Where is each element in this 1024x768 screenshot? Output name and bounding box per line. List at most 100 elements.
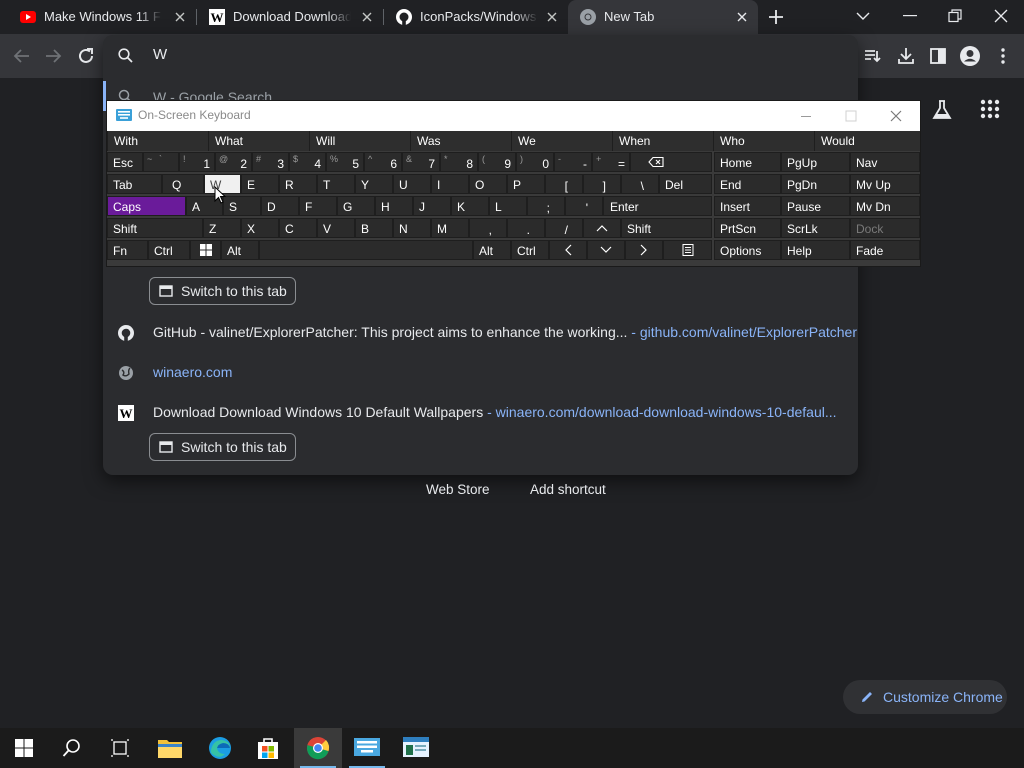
- key-c[interactable]: C: [279, 218, 317, 238]
- prediction-item[interactable]: Would: [814, 131, 920, 151]
- key-right[interactable]: [625, 240, 663, 260]
- key-end[interactable]: End: [714, 174, 781, 194]
- tab-github[interactable]: IconPacks/Windows 10: [384, 0, 568, 34]
- prediction-item[interactable]: Will: [309, 131, 410, 151]
- close-tab-icon[interactable]: [736, 11, 748, 23]
- new-tab-icon[interactable]: [768, 9, 784, 25]
- key-u[interactable]: U: [393, 174, 431, 194]
- key-r[interactable]: R: [279, 174, 317, 194]
- close-window-icon[interactable]: [994, 9, 1008, 23]
- key-p[interactable]: P: [507, 174, 545, 194]
- key-x[interactable]: X: [241, 218, 279, 238]
- edge-button[interactable]: [196, 728, 244, 768]
- key-s[interactable]: S: [223, 196, 261, 216]
- key-t[interactable]: T: [317, 174, 355, 194]
- tab-search-icon[interactable]: [856, 11, 870, 21]
- chrome-taskbar-button[interactable]: [294, 728, 342, 768]
- key-space[interactable]: [259, 240, 473, 260]
- key-5[interactable]: % 5: [326, 152, 364, 172]
- key-mv-up[interactable]: Mv Up: [850, 174, 920, 194]
- forward-icon[interactable]: [41, 44, 65, 68]
- side-panel-icon[interactable]: [926, 44, 950, 68]
- tab-new-tab[interactable]: New Tab: [568, 0, 758, 34]
- key-close-bracket[interactable]: ]: [583, 174, 621, 194]
- web-store-shortcut[interactable]: Web Store: [426, 482, 490, 497]
- omnibox-input-row[interactable]: W: [103, 35, 858, 77]
- key-ctrl-left[interactable]: Ctrl: [148, 240, 190, 260]
- omnibox-input[interactable]: W: [153, 46, 167, 63]
- key-q[interactable]: Q: [162, 174, 204, 194]
- key-pgdn[interactable]: PgDn: [781, 174, 850, 194]
- key-f[interactable]: F: [299, 196, 337, 216]
- key-equals[interactable]: + =: [592, 152, 630, 172]
- key-4[interactable]: $4: [289, 152, 326, 172]
- key-period[interactable]: .: [507, 218, 545, 238]
- minimize-icon[interactable]: [903, 15, 917, 17]
- suggestion-github[interactable]: GitHub - valinet/ExplorerPatcher: This p…: [103, 313, 858, 353]
- key-3[interactable]: #3: [252, 152, 289, 172]
- key-left[interactable]: [549, 240, 587, 260]
- key-fade[interactable]: Fade: [850, 240, 920, 260]
- key-tab[interactable]: Tab: [107, 174, 162, 194]
- key-shift-right[interactable]: Shift: [621, 218, 712, 238]
- key-0[interactable]: ) 0: [516, 152, 554, 172]
- close-tab-icon[interactable]: [546, 11, 558, 23]
- key-g[interactable]: G: [337, 196, 375, 216]
- close-tab-icon[interactable]: [174, 11, 186, 23]
- key-options[interactable]: Options: [714, 240, 781, 260]
- key-backspace[interactable]: [630, 152, 712, 172]
- taskbar-search-button[interactable]: [48, 728, 96, 768]
- key-m[interactable]: M: [431, 218, 469, 238]
- key-insert[interactable]: Insert: [714, 196, 781, 216]
- key-alt-right[interactable]: Alt: [473, 240, 511, 260]
- key-open-bracket[interactable]: [: [545, 174, 583, 194]
- key-menu[interactable]: [663, 240, 712, 260]
- menu-icon[interactable]: [991, 44, 1015, 68]
- switch-to-tab-button[interactable]: Switch to this tab: [149, 433, 296, 461]
- key-b[interactable]: B: [355, 218, 393, 238]
- key-down[interactable]: [587, 240, 625, 260]
- key-prtscn[interactable]: PrtScn: [714, 218, 781, 238]
- key-alt-left[interactable]: Alt: [221, 240, 259, 260]
- key-windows[interactable]: [190, 240, 221, 260]
- key-comma[interactable]: ,: [469, 218, 507, 238]
- add-shortcut-button[interactable]: Add shortcut: [530, 482, 606, 497]
- apps-grid-icon[interactable]: [980, 99, 1000, 119]
- prediction-item[interactable]: Who: [713, 131, 814, 151]
- labs-icon[interactable]: [930, 98, 954, 122]
- prediction-item[interactable]: When: [612, 131, 713, 151]
- file-explorer-button[interactable]: [146, 728, 194, 768]
- start-button[interactable]: [0, 728, 48, 768]
- key-8[interactable]: * 8: [440, 152, 478, 172]
- prediction-item[interactable]: With: [107, 131, 208, 151]
- key-minus[interactable]: --: [554, 152, 592, 172]
- key-k[interactable]: K: [451, 196, 489, 216]
- suggestion-download-wallpapers[interactable]: W Download Download Windows 10 Default W…: [103, 393, 858, 433]
- key-v[interactable]: V: [317, 218, 355, 238]
- suggestion-winaero[interactable]: winaero.com: [103, 353, 858, 393]
- profile-icon[interactable]: [958, 44, 982, 68]
- download-icon[interactable]: [894, 44, 918, 68]
- switch-to-tab-button[interactable]: Switch to this tab: [149, 277, 296, 305]
- key-6[interactable]: ^ 6: [364, 152, 402, 172]
- key-del[interactable]: Del: [659, 174, 712, 194]
- key-y[interactable]: Y: [355, 174, 393, 194]
- key-dock[interactable]: Dock: [850, 218, 920, 238]
- key-pgup[interactable]: PgUp: [781, 152, 850, 172]
- key-l[interactable]: L: [489, 196, 527, 216]
- key-slash[interactable]: /: [545, 218, 583, 238]
- key-nav[interactable]: Nav: [850, 152, 920, 172]
- key-pause[interactable]: Pause: [781, 196, 850, 216]
- task-view-button[interactable]: [96, 728, 144, 768]
- prediction-item[interactable]: Was: [410, 131, 511, 151]
- tab-youtube[interactable]: Make Windows 11 Full: [8, 0, 196, 34]
- store-button[interactable]: [244, 728, 292, 768]
- prediction-item[interactable]: We: [511, 131, 612, 151]
- key-d[interactable]: D: [261, 196, 299, 216]
- key-2[interactable]: @2: [215, 152, 252, 172]
- tab-winaero[interactable]: W Download Download W: [197, 0, 383, 34]
- close-icon[interactable]: [886, 106, 906, 126]
- prediction-item[interactable]: What: [208, 131, 309, 151]
- key-j[interactable]: J: [413, 196, 451, 216]
- key-fn[interactable]: Fn: [107, 240, 148, 260]
